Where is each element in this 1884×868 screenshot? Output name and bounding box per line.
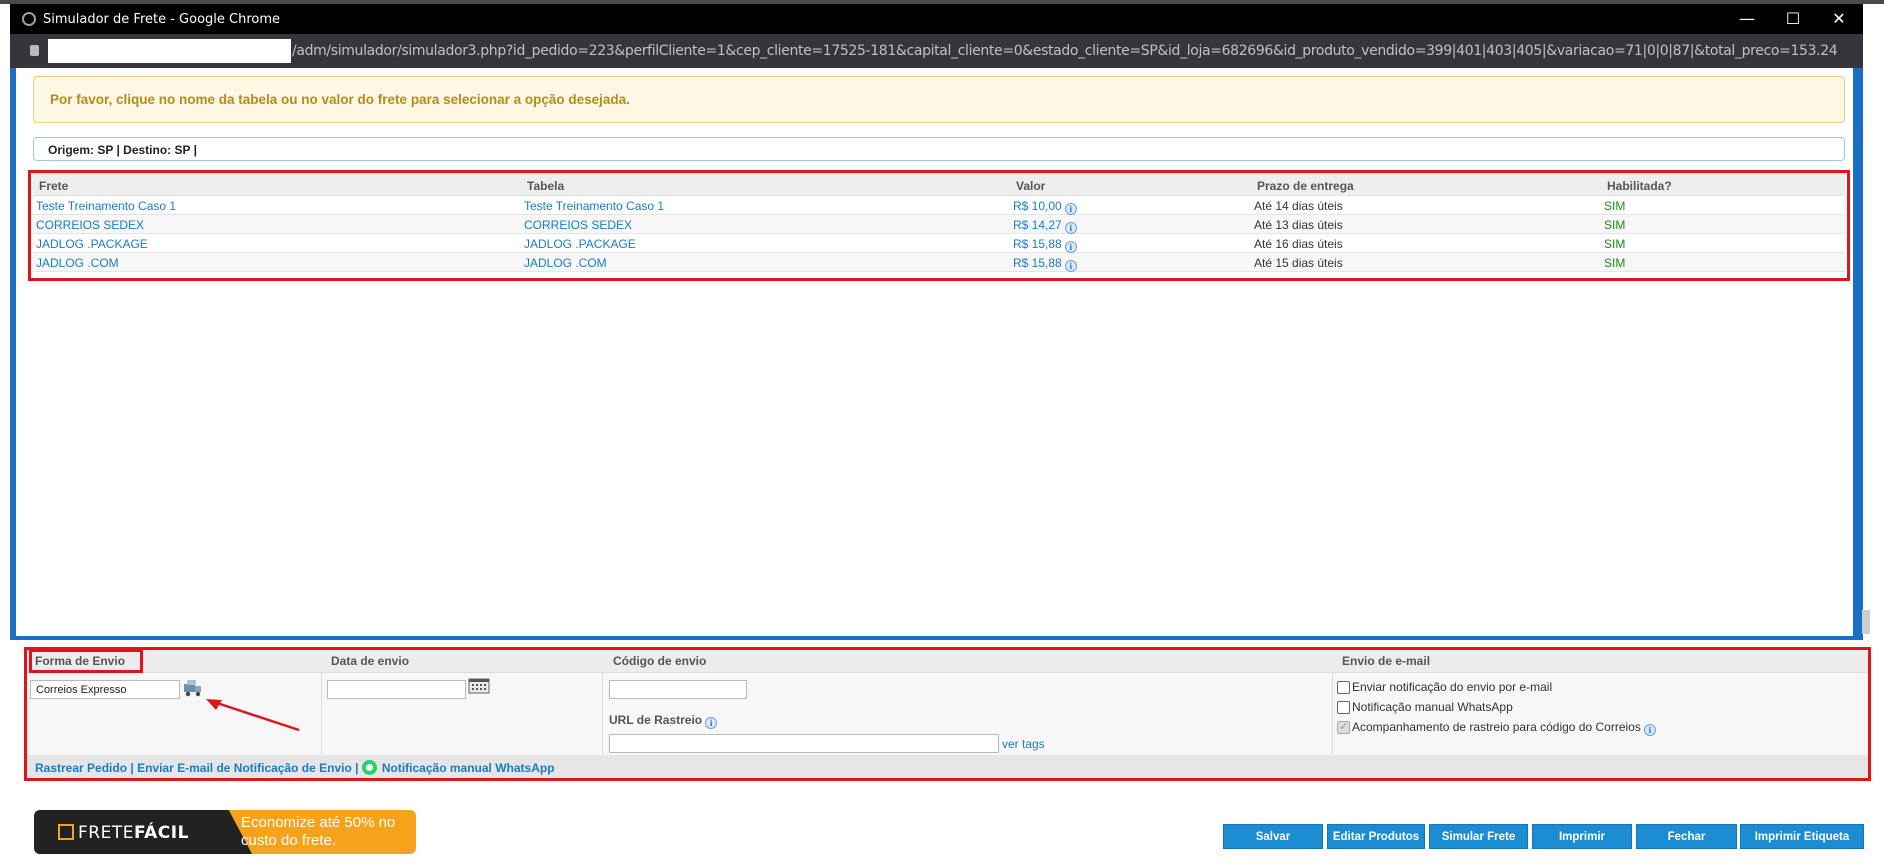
header-envio-email: Envio de e-mail (1342, 654, 1431, 668)
tabela-link[interactable]: JADLOG .PACKAGE (524, 237, 636, 251)
info-icon[interactable]: i (705, 717, 718, 729)
fretefacil-logo: FRETEFÁCIL (58, 823, 189, 843)
info-icon[interactable]: i (1064, 203, 1077, 215)
tabela-link[interactable]: JADLOG .COM (524, 256, 607, 270)
shipping-footer-links: Rastrear Pedido | Enviar E-mail de Notif… (24, 755, 1871, 780)
red-arrow-annotation (206, 699, 300, 732)
frete-link[interactable]: JADLOG .PACKAGE (36, 237, 148, 251)
freight-options-table: Frete Tabela Valor Prazo de entrega Habi… (33, 173, 1845, 272)
prazo-text: Até 13 dias úteis (1254, 218, 1343, 232)
whatsapp-icon (361, 760, 377, 775)
col-header-valor: Valor (1016, 179, 1046, 193)
prazo-text: Até 15 dias úteis (1254, 256, 1343, 270)
whatsapp-manual-link[interactable]: Notificação manual WhatsApp (382, 761, 555, 775)
redacted-domain (48, 39, 291, 63)
url-rastreio-input[interactable] (609, 734, 999, 753)
col-header-prazo: Prazo de entrega (1257, 179, 1354, 193)
valor-link[interactable]: R$ 10,00 (1013, 199, 1062, 213)
codigo-envio-input[interactable] (609, 680, 747, 699)
fretefacil-banner[interactable]: FRETEFÁCIL Economize até 50% no custo do… (34, 810, 416, 854)
forma-envio-input[interactable]: Correios Expresso (30, 680, 180, 699)
separator: | (127, 761, 138, 775)
origin-destination-bar: Origem: SP | Destino: SP | (33, 137, 1845, 161)
column-divider (602, 673, 603, 755)
close-window-button[interactable]: ✕ (1816, 4, 1862, 34)
info-icon[interactable]: i (1643, 724, 1656, 736)
table-row: Teste Treinamento Caso 1 Teste Treinamen… (33, 196, 1845, 215)
checkbox-email-notification[interactable]: Enviar notificação do envio por e-mail (1337, 680, 1552, 694)
salvar-button[interactable]: Salvar (1223, 824, 1323, 849)
chrome-popup-window: Simulador de Frete - Google Chrome — ☐ ✕… (10, 4, 1863, 640)
habilitada-text: SIM (1604, 256, 1626, 270)
header-codigo-envio: Código de envio (613, 654, 707, 668)
habilitada-text: SIM (1604, 237, 1626, 251)
info-icon[interactable]: i (1064, 260, 1077, 272)
frete-link[interactable]: CORREIOS SEDEX (36, 218, 144, 232)
minimize-button[interactable]: — (1724, 4, 1770, 34)
window-titlebar[interactable]: Simulador de Frete - Google Chrome — ☐ ✕ (10, 4, 1863, 34)
col-header-habilitada: Habilitada? (1607, 179, 1672, 193)
checkbox[interactable] (1337, 681, 1350, 694)
col-header-frete: Frete (39, 179, 69, 193)
table-row: CORREIOS SEDEX CORREIOS SEDEX R$ 14,27 i … (33, 215, 1845, 234)
box-icon (58, 824, 74, 840)
valor-link[interactable]: R$ 15,88 (1013, 256, 1062, 270)
column-divider (1332, 673, 1333, 755)
url-rastreio-label: URL de Rastreio i (609, 713, 718, 729)
url-text[interactable]: /adm/simulador/simulador3.php?id_pedido=… (292, 43, 1838, 59)
table-row: JADLOG .COM JADLOG .COM R$ 15,88 i Até 15… (33, 253, 1845, 272)
rastrear-pedido-link[interactable]: Rastrear Pedido (35, 761, 127, 775)
banner-promo-text: Economize até 50% no custo do frete. (241, 814, 396, 849)
simular-frete-button[interactable]: Simular Frete (1429, 824, 1528, 849)
col-header-tabela: Tabela (527, 179, 565, 193)
prazo-text: Até 16 dias úteis (1254, 237, 1343, 251)
info-icon[interactable]: i (1064, 222, 1077, 234)
habilitada-text: SIM (1604, 199, 1626, 213)
imprimir-etiqueta-button[interactable]: Imprimir Etiqueta (1740, 824, 1864, 849)
header-data-envio: Data de envio (331, 654, 410, 668)
imprimir-button[interactable]: Imprimir (1532, 824, 1632, 849)
separator: | (351, 761, 362, 775)
shipping-header-row: Forma de Envio Data de envio Código de e… (24, 647, 1871, 673)
tabela-link[interactable]: CORREIOS SEDEX (524, 218, 632, 232)
frete-link[interactable]: JADLOG .COM (36, 256, 119, 270)
valor-link[interactable]: R$ 15,88 (1013, 237, 1062, 251)
calendar-icon[interactable] (468, 678, 490, 694)
habilitada-text: SIM (1604, 218, 1626, 232)
lock-icon (30, 45, 39, 56)
info-icon[interactable]: i (1064, 241, 1077, 253)
editar-produtos-button[interactable]: Editar Produtos (1327, 824, 1425, 849)
page-scrollbar[interactable] (1862, 610, 1870, 634)
popup-content: Por favor, clique no nome da tabela ou n… (16, 68, 1853, 636)
prazo-text: Até 14 dias úteis (1254, 199, 1343, 213)
enviar-email-link[interactable]: Enviar E-mail de Notificação de Envio (137, 761, 352, 775)
checkbox-checked-disabled (1337, 720, 1350, 734)
instruction-alert: Por favor, clique no nome da tabela ou n… (33, 76, 1845, 123)
table-header-row: Frete Tabela Valor Prazo de entrega Habi… (33, 173, 1845, 196)
maximize-button[interactable]: ☐ (1770, 4, 1816, 34)
checkbox-correios-tracking: Acompanhamento de rastreio para código d… (1337, 720, 1656, 736)
frete-link[interactable]: Teste Treinamento Caso 1 (36, 199, 176, 213)
address-bar[interactable]: /adm/simulador/simulador3.php?id_pedido=… (10, 34, 1863, 68)
tabela-link[interactable]: Teste Treinamento Caso 1 (524, 199, 664, 213)
data-envio-input[interactable] (327, 680, 466, 699)
table-row: JADLOG .PACKAGE JADLOG .PACKAGE R$ 15,88… (33, 234, 1845, 253)
ver-tags-link[interactable]: ver tags (1002, 737, 1045, 751)
column-divider (321, 673, 322, 755)
chrome-icon (22, 12, 36, 26)
checkbox[interactable] (1337, 701, 1350, 714)
truck-icon[interactable] (183, 679, 203, 697)
shipping-form-panel: Forma de Envio Data de envio Código de e… (24, 647, 1871, 780)
fechar-button[interactable]: Fechar (1636, 824, 1737, 849)
checkbox-whatsapp-manual[interactable]: Notificação manual WhatsApp (1337, 700, 1513, 714)
header-forma-envio: Forma de Envio (35, 654, 126, 668)
window-title: Simulador de Frete - Google Chrome (43, 12, 281, 27)
valor-link[interactable]: R$ 14,27 (1013, 218, 1062, 232)
